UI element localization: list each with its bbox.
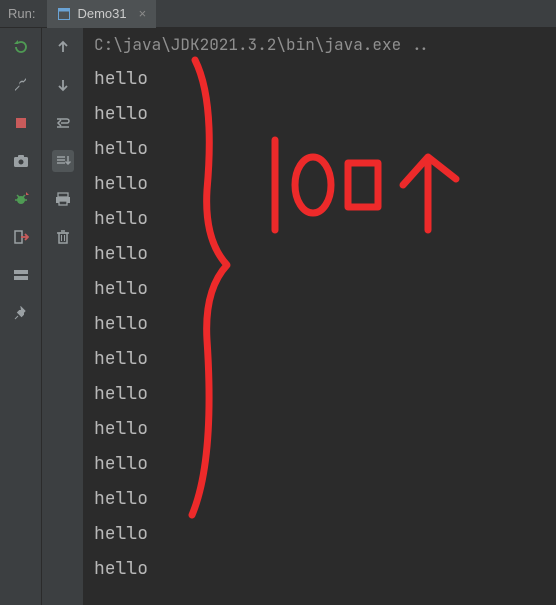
scroll-to-end-button[interactable]	[52, 150, 74, 172]
trash-button[interactable]	[52, 226, 74, 248]
output-line: hello	[94, 61, 546, 96]
output-line: hello	[94, 481, 546, 516]
soft-wrap-button[interactable]	[52, 112, 74, 134]
run-tool-header: Run: Demo31 ×	[0, 0, 556, 28]
output-line: hello	[94, 411, 546, 446]
command-line: C:\java\JDK2021.3.2\bin\java.exe ..	[84, 28, 556, 55]
print-button[interactable]	[52, 188, 74, 210]
output-line: hello	[94, 236, 546, 271]
close-icon[interactable]: ×	[139, 6, 147, 21]
run-config-tab[interactable]: Demo31 ×	[47, 0, 156, 28]
pin-button[interactable]	[10, 302, 32, 324]
output-line: hello	[94, 271, 546, 306]
output-line: hello	[94, 516, 546, 551]
primary-action-gutter	[0, 28, 42, 605]
output-line: hello	[94, 166, 546, 201]
layout-button[interactable]	[10, 264, 32, 286]
output-line: hello	[94, 201, 546, 236]
output-line: hello	[94, 131, 546, 166]
output-line: hello	[94, 446, 546, 481]
debug-button[interactable]	[10, 188, 32, 210]
output-line: hello	[94, 551, 546, 586]
arrow-up-button[interactable]	[52, 36, 74, 58]
run-tool-body: C:\java\JDK2021.3.2\bin\java.exe .. hell…	[0, 28, 556, 605]
build-button[interactable]	[10, 74, 32, 96]
tab-label: Demo31	[77, 6, 126, 21]
console-action-gutter	[42, 28, 84, 605]
rerun-button[interactable]	[10, 36, 32, 58]
output-line: hello	[94, 376, 546, 411]
stop-button[interactable]	[10, 112, 32, 134]
application-icon	[57, 7, 71, 21]
console-output: hellohellohellohellohellohellohellohello…	[84, 55, 556, 596]
output-line: hello	[94, 341, 546, 376]
output-line: hello	[94, 306, 546, 341]
run-label: Run:	[8, 6, 35, 21]
camera-button[interactable]	[10, 150, 32, 172]
console-panel[interactable]: C:\java\JDK2021.3.2\bin\java.exe .. hell…	[84, 28, 556, 605]
output-line: hello	[94, 96, 546, 131]
arrow-down-button[interactable]	[52, 74, 74, 96]
exit-button[interactable]	[10, 226, 32, 248]
